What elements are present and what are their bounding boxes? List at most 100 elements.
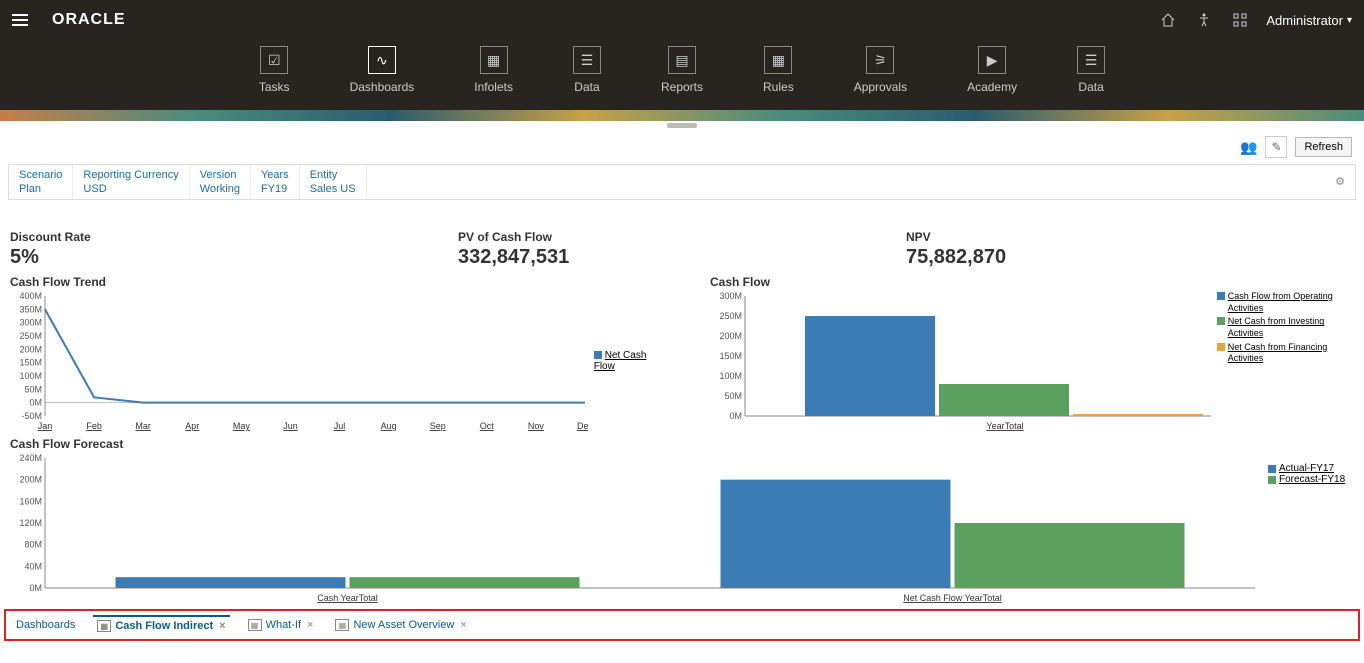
nav-label: Academy bbox=[967, 80, 1017, 94]
kpi-label: NPV bbox=[906, 230, 1354, 244]
svg-text:80M: 80M bbox=[24, 540, 42, 550]
pov-value: Sales US bbox=[310, 183, 356, 195]
tab-cash-flow-indirect[interactable]: ▦ Cash Flow Indirect × bbox=[93, 615, 229, 635]
pov-bar: Scenario Plan Reporting Currency USD Versi… bbox=[8, 164, 1356, 200]
close-icon[interactable]: × bbox=[219, 620, 225, 632]
pov-label: Version bbox=[200, 169, 240, 181]
bottom-tabs: Dashboards ▦ Cash Flow Indirect × ▦ What-If… bbox=[4, 609, 1360, 641]
trend-legend: Net Cash Flow bbox=[594, 350, 670, 372]
svg-text:Mar: Mar bbox=[135, 421, 151, 431]
legend-label[interactable]: Cash Flow from Operating Activities bbox=[1228, 291, 1354, 314]
close-icon[interactable]: × bbox=[460, 619, 466, 631]
nav-label: Infolets bbox=[474, 80, 513, 94]
svg-text:100M: 100M bbox=[19, 371, 42, 381]
pov-label: Reporting Currency bbox=[83, 169, 178, 181]
svg-text:Jan: Jan bbox=[38, 421, 53, 431]
kpi-pv: PV of Cash Flow 332,847,531 bbox=[458, 230, 906, 269]
accessibility-icon[interactable] bbox=[1194, 10, 1214, 30]
pov-value: USD bbox=[83, 183, 106, 195]
home-icon[interactable] bbox=[1158, 10, 1178, 30]
cash-flow-forecast-panel: Cash Flow Forecast 0M40M80M120M160M200M2… bbox=[10, 437, 1354, 603]
svg-text:350M: 350M bbox=[19, 304, 42, 314]
svg-text:Dec: Dec bbox=[577, 421, 588, 431]
svg-text:120M: 120M bbox=[19, 518, 42, 528]
nav-infolets[interactable]: ▦ Infolets bbox=[474, 46, 513, 94]
nav-dashboards[interactable]: ∿Dashboards bbox=[350, 46, 415, 94]
forecast-chart: 0M40M80M120M160M200M240MCash YearTotalNe… bbox=[10, 453, 1260, 603]
nav-label: Data bbox=[1078, 80, 1103, 94]
nav-academy[interactable]: ▶Academy bbox=[967, 46, 1017, 94]
rules-icon: ▦ bbox=[764, 46, 792, 74]
form-icon: ▦ bbox=[97, 620, 111, 632]
svg-text:0M: 0M bbox=[29, 398, 42, 408]
svg-text:40M: 40M bbox=[24, 561, 42, 571]
nav-tasks[interactable]: ☑Tasks bbox=[259, 46, 290, 94]
cash-flow-legend: Cash Flow from Operating Activities Net … bbox=[1217, 291, 1354, 431]
svg-text:Jun: Jun bbox=[283, 421, 298, 431]
legend-label[interactable]: Net Cash from Financing Activities bbox=[1228, 342, 1354, 365]
cash-flow-chart: 0M50M100M150M200M250M300MYearTotal bbox=[710, 291, 1211, 431]
legend-label[interactable]: Actual-FY17 bbox=[1279, 463, 1334, 474]
refresh-button[interactable]: Refresh bbox=[1295, 137, 1352, 157]
app-header: ORACLE Administrator ☑Tasks ∿Dashboards … bbox=[0, 0, 1364, 110]
svg-text:Nov: Nov bbox=[528, 421, 545, 431]
pov-scenario[interactable]: Scenario Plan bbox=[9, 165, 73, 199]
nav-data2[interactable]: ☰ Data bbox=[1077, 46, 1105, 94]
svg-text:200M: 200M bbox=[719, 331, 742, 341]
nav-rules[interactable]: ▦Rules bbox=[763, 46, 794, 94]
grid-icon[interactable] bbox=[1230, 10, 1250, 30]
kpi-discount: Discount Rate 5% bbox=[10, 230, 458, 269]
data-icon: ☰ bbox=[573, 46, 601, 74]
tab-new-asset-overview[interactable]: ▦New Asset Overview× bbox=[331, 616, 470, 634]
svg-text:240M: 240M bbox=[19, 453, 42, 463]
pov-value: Plan bbox=[19, 183, 41, 195]
pov-years[interactable]: YearsFY19 bbox=[251, 165, 300, 199]
legend-label[interactable]: Forecast-FY18 bbox=[1279, 474, 1345, 485]
svg-text:50M: 50M bbox=[724, 391, 742, 401]
tab-label: Cash Flow Indirect bbox=[115, 620, 213, 632]
svg-text:250M: 250M bbox=[719, 311, 742, 321]
trend-chart: -50M0M50M100M150M200M250M300M350M400MJan… bbox=[10, 291, 588, 431]
user-menu[interactable]: Administrator bbox=[1266, 13, 1352, 28]
svg-text:0M: 0M bbox=[29, 583, 42, 593]
edit-icon[interactable]: ✎ bbox=[1265, 136, 1287, 158]
tab-what-if[interactable]: ▦What-If× bbox=[244, 616, 318, 634]
pov-currency[interactable]: Reporting Currency USD bbox=[73, 165, 189, 199]
svg-text:Net Cash Flow YearTotal: Net Cash Flow YearTotal bbox=[903, 593, 1002, 603]
kpi-row: Discount Rate 5% PV of Cash Flow 332,847… bbox=[0, 200, 1364, 275]
legend-label[interactable]: Net Cash from Investing Activities bbox=[1228, 316, 1354, 339]
svg-text:Cash YearTotal: Cash YearTotal bbox=[317, 593, 378, 603]
svg-text:150M: 150M bbox=[719, 351, 742, 361]
svg-text:Sep: Sep bbox=[430, 421, 446, 431]
svg-text:May: May bbox=[233, 421, 251, 431]
people-icon[interactable]: 👥 bbox=[1240, 139, 1257, 156]
panel-title: Cash Flow bbox=[710, 275, 1354, 289]
decorative-ribbon bbox=[0, 110, 1364, 121]
tab-label: What-If bbox=[266, 619, 301, 631]
approvals-icon: ⚞ bbox=[866, 46, 894, 74]
pov-entity[interactable]: Entity Sales US bbox=[300, 165, 367, 199]
svg-text:100M: 100M bbox=[719, 371, 742, 381]
nav-reports[interactable]: ▤Reports bbox=[661, 46, 703, 94]
brand-logo: ORACLE bbox=[52, 11, 126, 29]
user-label: Administrator bbox=[1266, 13, 1343, 28]
nav-data[interactable]: ☰Data bbox=[573, 46, 601, 94]
hamburger-icon[interactable] bbox=[12, 8, 36, 32]
infolets-icon: ▦ bbox=[480, 46, 508, 74]
cash-flow-panel: Cash Flow 0M50M100M150M200M250M300MYearT… bbox=[710, 275, 1354, 431]
global-nav: ☑Tasks ∿Dashboards ▦ Infolets ☰ Data ▤Repo… bbox=[0, 40, 1364, 94]
gear-icon[interactable]: ⚙ bbox=[1325, 165, 1355, 199]
data2-icon: ☰ bbox=[1077, 46, 1105, 74]
pov-value: Working bbox=[200, 183, 240, 195]
svg-text:400M: 400M bbox=[19, 291, 42, 301]
pov-version[interactable]: Version Working bbox=[190, 165, 251, 199]
dashboards-icon: ∿ bbox=[368, 46, 396, 74]
close-icon[interactable]: × bbox=[307, 619, 313, 631]
svg-text:Apr: Apr bbox=[185, 421, 199, 431]
pov-label: Entity bbox=[310, 169, 356, 181]
pov-label: Scenario bbox=[19, 169, 62, 181]
reports-icon: ▤ bbox=[668, 46, 696, 74]
tab-dashboards-root[interactable]: Dashboards bbox=[12, 616, 79, 634]
svg-text:0M: 0M bbox=[729, 411, 742, 421]
nav-approvals[interactable]: ⚞Approvals bbox=[854, 46, 907, 94]
